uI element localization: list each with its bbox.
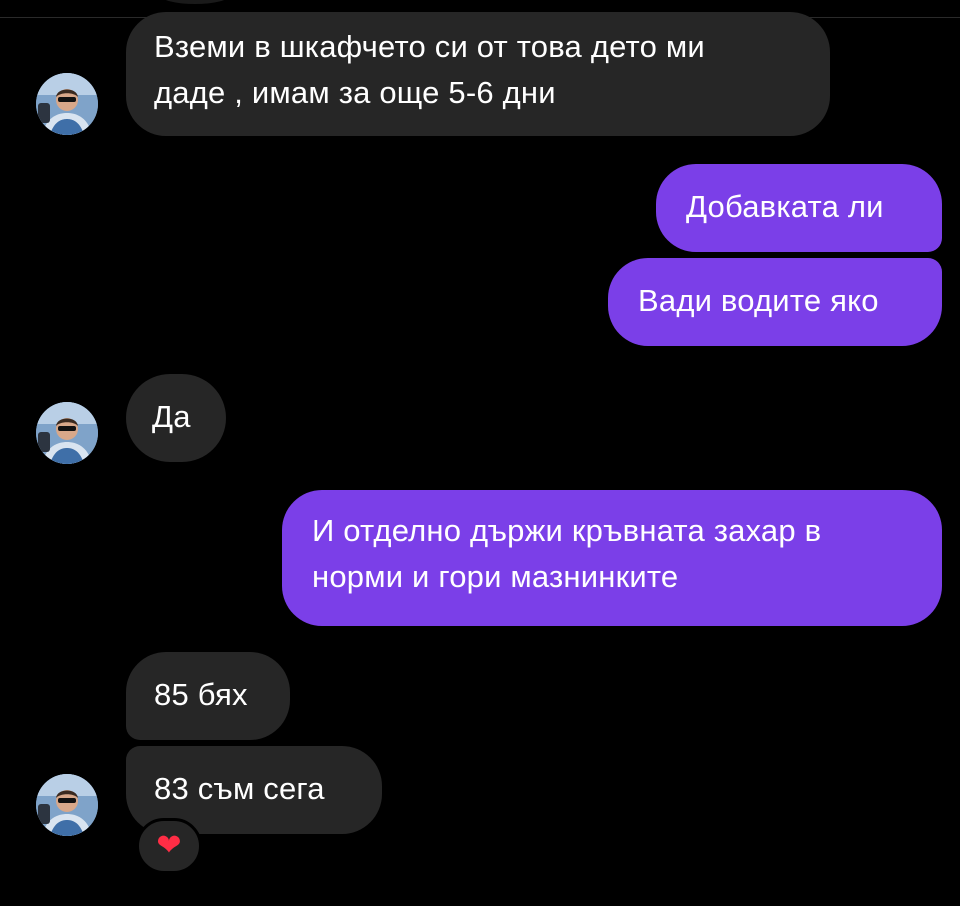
message-text: 83 съм сега: [154, 771, 325, 806]
message-bubble-outgoing[interactable]: Добавката ли: [656, 164, 942, 252]
message-text: Вади водите яко: [638, 283, 879, 318]
message-text: 85 бях: [154, 677, 248, 712]
message-bubble-incoming[interactable]: 85 бях: [126, 652, 290, 740]
message-text-line: Вземи в шкафчето си от това дето ми: [154, 29, 705, 64]
message-bubble-outgoing[interactable]: И отделно държи кръвната захар в норми и…: [282, 490, 942, 626]
message-text: Добавката ли: [686, 189, 884, 224]
reaction-emoji: ❤: [156, 829, 182, 862]
contact-avatar-icon[interactable]: [36, 402, 98, 464]
message-text: Да: [152, 399, 191, 434]
message-bubble-outgoing[interactable]: Вади водите яко: [608, 258, 942, 346]
contact-avatar-icon[interactable]: [36, 73, 98, 135]
heart-reaction-icon[interactable]: ❤: [136, 818, 202, 874]
message-text-line: даде , имам за още 5-6 дни: [154, 75, 556, 110]
contact-avatar-icon[interactable]: [36, 774, 98, 836]
header-remnant: [160, 0, 230, 4]
message-text-line: норми и гори мазнинките: [312, 559, 679, 594]
message-bubble-incoming[interactable]: Вземи в шкафчето си от това дето ми даде…: [126, 12, 830, 136]
message-text-line: И отделно държи кръвната захар в: [312, 513, 822, 548]
message-bubble-incoming[interactable]: Да: [126, 374, 226, 462]
